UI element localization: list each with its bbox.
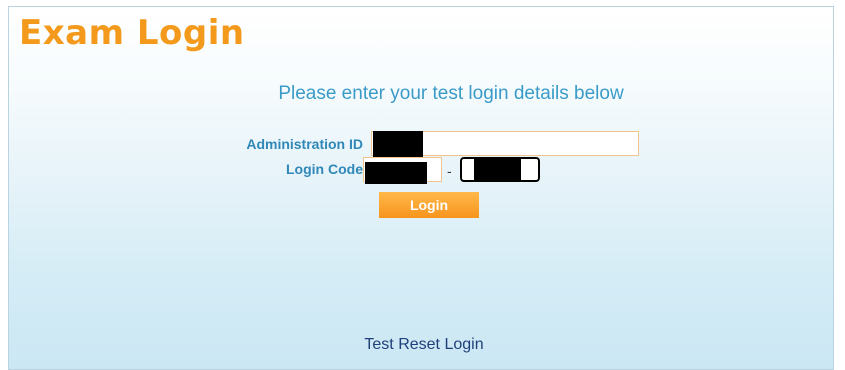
- login-code-label: Login Code: [286, 161, 363, 177]
- instructions-text: Please enter your test login details bel…: [278, 83, 624, 104]
- login-button[interactable]: Login: [379, 192, 479, 218]
- redaction-block: [474, 159, 521, 180]
- code-separator: -: [447, 163, 452, 179]
- test-reset-login-link[interactable]: Test Reset Login: [9, 336, 833, 354]
- redaction-block: [365, 162, 427, 184]
- login-panel: Exam Login Please enter your test login …: [8, 6, 834, 370]
- page-title: Exam Login: [19, 13, 245, 53]
- administration-id-label: Administration ID: [246, 136, 363, 152]
